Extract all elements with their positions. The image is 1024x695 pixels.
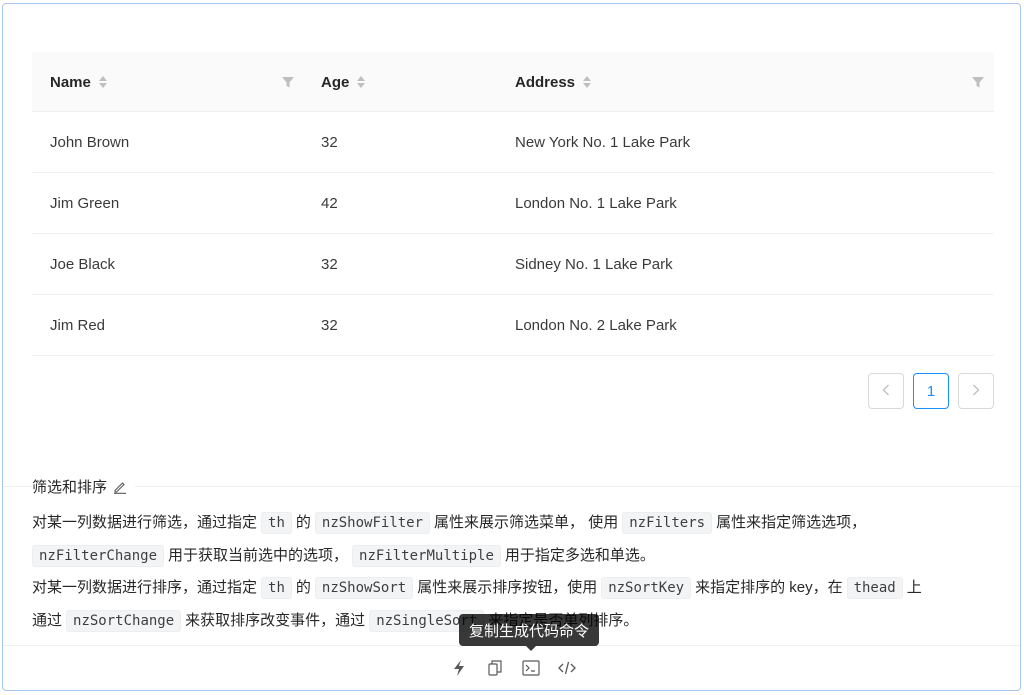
section-title-text: 筛选和排序 xyxy=(32,479,108,496)
column-label-name: Name xyxy=(50,73,91,91)
pagination: 1 xyxy=(868,373,994,409)
table-row: Jim Green 42 London No. 1 Lake Park xyxy=(32,173,994,234)
column-header-name[interactable]: Name xyxy=(50,52,109,112)
text: 用于获取当前选中的选项， xyxy=(168,546,349,564)
tooltip-arrow xyxy=(526,646,536,651)
text: 属性来指定筛选选项， xyxy=(716,514,867,531)
left-icon xyxy=(882,383,890,400)
text: 属性来展示排序按钮，使用 xyxy=(417,579,598,596)
cell-age: 32 xyxy=(321,316,338,334)
filter-icon[interactable] xyxy=(970,74,986,90)
next-page-button[interactable] xyxy=(958,373,994,409)
data-table: Name Age Address John Brown 32 New York … xyxy=(32,52,994,356)
tooltip: 复制生成代码命令 xyxy=(459,614,600,646)
text: 通过 xyxy=(32,611,63,629)
cell-address: Sidney No. 1 Lake Park xyxy=(515,255,673,273)
inline-code: nzSortKey xyxy=(601,577,692,599)
right-icon xyxy=(972,383,980,400)
table-row: Jim Red 32 London No. 2 Lake Park xyxy=(32,295,994,356)
text: 对某一列数据进行排序，通过指定 xyxy=(32,579,258,596)
inline-code: nzShowSort xyxy=(314,577,414,599)
column-header-age[interactable]: Age xyxy=(321,52,367,112)
inline-code: th xyxy=(261,577,292,599)
text: 的 xyxy=(295,579,311,596)
column-header-address[interactable]: Address xyxy=(515,52,593,112)
text: 来指定排序的 key，在 xyxy=(695,579,843,596)
text: 上 xyxy=(906,579,922,596)
text: 的 xyxy=(295,514,311,531)
inline-code: th xyxy=(261,512,292,534)
text: 用于指定多选和单选。 xyxy=(504,546,655,564)
sort-icon[interactable] xyxy=(357,73,367,91)
inline-code: nzShowFilter xyxy=(314,512,431,534)
inline-code: nzFilterChange xyxy=(32,544,165,567)
table-row: Joe Black 32 Sidney No. 1 Lake Park xyxy=(32,234,994,295)
text: 属性来展示筛选菜单， 使用 xyxy=(434,514,619,531)
cell-age: 42 xyxy=(321,194,338,212)
copy-icon[interactable] xyxy=(484,657,506,679)
prev-page-button[interactable] xyxy=(868,373,904,409)
cell-name: Joe Black xyxy=(50,255,116,273)
code-actions xyxy=(448,657,578,679)
thunderbolt-icon[interactable] xyxy=(448,657,470,679)
cell-address: London No. 1 Lake Park xyxy=(515,194,677,212)
divider xyxy=(3,486,1020,487)
cell-age: 32 xyxy=(321,133,338,151)
cell-name: Jim Red xyxy=(50,316,106,334)
text: 来获取排序改变事件，通过 xyxy=(185,611,366,629)
cell-name: John Brown xyxy=(50,133,130,151)
terminal-icon[interactable] xyxy=(520,657,542,679)
inline-code: thead xyxy=(846,577,903,599)
cell-address: London No. 2 Lake Park xyxy=(515,316,677,334)
edit-icon[interactable] xyxy=(113,480,127,494)
filter-icon[interactable] xyxy=(280,74,296,90)
cell-name: Jim Green xyxy=(50,194,120,212)
cell-address: New York No. 1 Lake Park xyxy=(515,133,691,151)
section-title: 筛选和排序 xyxy=(32,476,136,497)
table-header: Name Age Address xyxy=(32,52,994,112)
inline-code: nzSortChange xyxy=(66,609,182,632)
sort-icon[interactable] xyxy=(583,73,593,91)
cell-age: 32 xyxy=(321,255,338,273)
page-1-button[interactable]: 1 xyxy=(913,373,949,409)
description-paragraph-1: 对某一列数据进行筛选，通过指定 th 的 nzShowFilter 属性来展示筛选菜单，… xyxy=(32,507,982,572)
inline-code: nzFilters xyxy=(622,512,713,534)
sort-icon[interactable] xyxy=(98,73,109,91)
code-icon[interactable] xyxy=(556,657,578,679)
column-label-address: Address xyxy=(515,73,576,91)
inline-code: nzFilterMultiple xyxy=(352,544,501,567)
table-row: John Brown 32 New York No. 1 Lake Park xyxy=(32,112,994,173)
column-label-age: Age xyxy=(321,73,350,91)
text: 对某一列数据进行筛选，通过指定 xyxy=(32,514,258,531)
